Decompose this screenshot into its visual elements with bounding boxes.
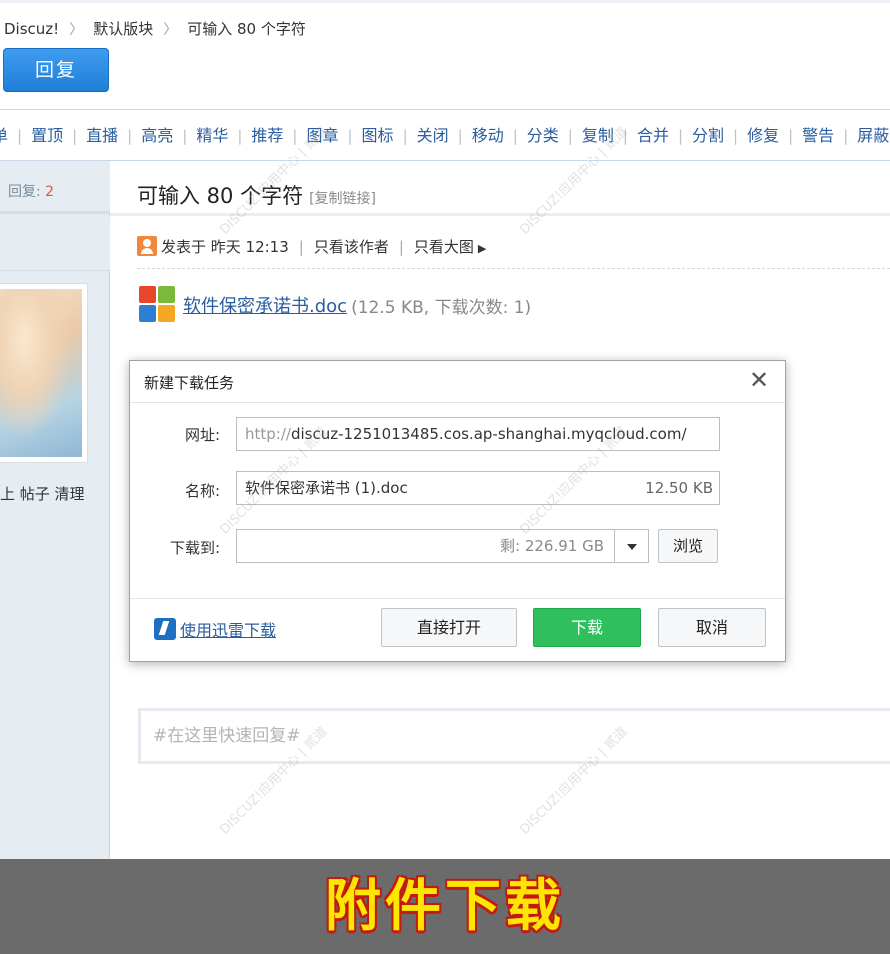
file-size: 12.50 KB xyxy=(645,479,713,497)
dialog-header: 新建下载任务 ✕ xyxy=(130,361,785,403)
divider xyxy=(130,598,785,599)
author-actions[interactable]: 上 帖子 清理 xyxy=(0,483,85,504)
post-meta: 发表于 昨天 12:13 | 只看该作者 | 只看大图 ▶ xyxy=(137,236,486,257)
toolbar-item[interactable]: 关闭 xyxy=(417,110,449,160)
close-icon[interactable]: ✕ xyxy=(748,368,770,392)
free-space: 剩: 226.91 GB xyxy=(500,537,604,555)
toolbar-item[interactable]: 推荐 xyxy=(251,110,283,160)
attachment: 软件保密承诺书.doc (12.5 KB, 下载次数: 1) xyxy=(139,286,531,324)
caption-banner: 附件下载 xyxy=(0,859,890,954)
toolbar-item[interactable]: 警告 xyxy=(802,110,834,160)
divider: | xyxy=(347,127,353,145)
dialog-title: 新建下载任务 xyxy=(144,374,235,392)
reply-button[interactable]: 回复 xyxy=(3,48,109,92)
toolbar-item[interactable]: 高亮 xyxy=(141,110,173,160)
toolbar-item[interactable]: 图章 xyxy=(306,110,338,160)
toolbar-item[interactable]: 图标 xyxy=(362,110,394,160)
divider: | xyxy=(622,127,628,145)
divider: | xyxy=(512,127,518,145)
author-name-bar xyxy=(0,217,110,271)
toolbar-item[interactable]: 移动 xyxy=(472,110,504,160)
office-doc-icon xyxy=(139,286,177,324)
divider: | xyxy=(237,127,243,145)
divider: | xyxy=(298,238,304,256)
breadcrumb-bar: Discuz! 〉默认版块〉可输入 80 个字符 xyxy=(0,0,890,46)
url-field[interactable]: http://discuz-1251013485.cos.ap-shanghai… xyxy=(236,417,720,451)
breadcrumb: Discuz! 〉默认版块〉可输入 80 个字符 xyxy=(4,18,306,39)
url-value: discuz-1251013485.cos.ap-shanghai.myqclo… xyxy=(290,425,687,443)
toolbar-item[interactable]: 单 xyxy=(0,110,8,160)
name-label: 名称: xyxy=(184,482,220,500)
thunder-download-link[interactable]: 使用迅雷下载 xyxy=(180,621,276,640)
divider: | xyxy=(182,127,188,145)
filename-value: 软件保密承诺书 (1).doc xyxy=(245,479,408,497)
reply-count: 回复: 2 xyxy=(8,184,55,200)
divider: | xyxy=(402,127,408,145)
quick-reply-input[interactable] xyxy=(141,711,890,761)
divider: | xyxy=(733,127,739,145)
url-label: 网址: xyxy=(184,426,220,444)
cancel-button[interactable]: 取消 xyxy=(658,608,766,647)
download-dialog: 新建下载任务 ✕ 网址: http://discuz-1251013485.co… xyxy=(129,360,786,662)
thunder-download: 使用迅雷下载 xyxy=(154,617,276,641)
url-protocol: http:// xyxy=(245,425,291,443)
avatar[interactable] xyxy=(0,283,88,463)
divider xyxy=(137,268,890,269)
divider: | xyxy=(398,238,404,256)
toolbar-item[interactable]: 屏蔽 xyxy=(857,110,889,160)
divider: | xyxy=(843,127,849,145)
divider: | xyxy=(292,127,298,145)
breadcrumb-forum[interactable]: 默认版块 xyxy=(93,18,153,39)
toolbar-item[interactable]: 合并 xyxy=(637,110,669,160)
toolbar-item[interactable]: 直播 xyxy=(86,110,118,160)
divider: | xyxy=(17,127,23,145)
browse-button[interactable]: 浏览 xyxy=(658,529,718,563)
moderation-toolbar: 单 | 置顶 | 直播 | 高亮 | 精华 | 推荐 | 图章 | 图标 | 关闭 | 移动 | 分类 | 复制 | 合并 | 分割… xyxy=(0,109,890,161)
breadcrumb-thread[interactable]: 可输入 80 个字符 xyxy=(187,18,306,39)
page-title: 可输入 80 个字符 [复制链接] xyxy=(137,184,377,208)
caret-right-icon: ▶ xyxy=(477,242,487,255)
divider: | xyxy=(788,127,794,145)
quick-reply-box xyxy=(138,708,890,764)
save-to-label: 下载到: xyxy=(169,539,220,557)
divider: | xyxy=(677,127,684,145)
post-date: 发表于 昨天 12:13 xyxy=(161,238,289,256)
only-large-image-link[interactable]: 只看大图 xyxy=(414,238,474,256)
save-path-field[interactable]: 剩: 226.91 GB xyxy=(236,529,615,563)
caption-text: 附件下载 xyxy=(325,874,565,939)
divider: | xyxy=(457,127,463,145)
toolbar-item[interactable]: 精华 xyxy=(196,110,228,160)
thunder-icon xyxy=(154,618,176,640)
divider xyxy=(110,213,890,216)
toolbar-item[interactable]: 分类 xyxy=(527,110,559,160)
reply-count-bar: 回复: 2 xyxy=(0,161,110,214)
only-author-link[interactable]: 只看该作者 xyxy=(314,238,389,256)
toolbar-item[interactable]: 复制 xyxy=(582,110,614,160)
divider: | xyxy=(127,127,133,145)
toolbar-item[interactable]: 修复 xyxy=(747,110,779,160)
divider: | xyxy=(72,127,78,145)
breadcrumb-home[interactable]: Discuz! xyxy=(4,20,59,38)
toolbar-item[interactable]: 分割 xyxy=(692,110,724,160)
download-button[interactable]: 下载 xyxy=(533,608,641,647)
chevron-right-icon: 〉 xyxy=(163,21,178,38)
divider: | xyxy=(567,127,573,145)
toolbar-item[interactable]: 置顶 xyxy=(31,110,63,160)
avatar-image xyxy=(0,289,82,457)
attachment-link[interactable]: 软件保密承诺书.doc xyxy=(183,296,347,317)
open-directly-button[interactable]: 直接打开 xyxy=(381,608,517,647)
chevron-down-icon[interactable] xyxy=(614,529,649,563)
user-icon xyxy=(137,236,157,256)
filename-field[interactable]: 软件保密承诺书 (1).doc 12.50 KB xyxy=(236,471,720,505)
attachment-info: (12.5 KB, 下载次数: 1) xyxy=(351,297,532,318)
copy-link[interactable]: [复制链接] xyxy=(309,191,376,207)
chevron-right-icon: 〉 xyxy=(69,21,84,38)
author-sidebar: 回复: 2 xyxy=(0,161,110,861)
